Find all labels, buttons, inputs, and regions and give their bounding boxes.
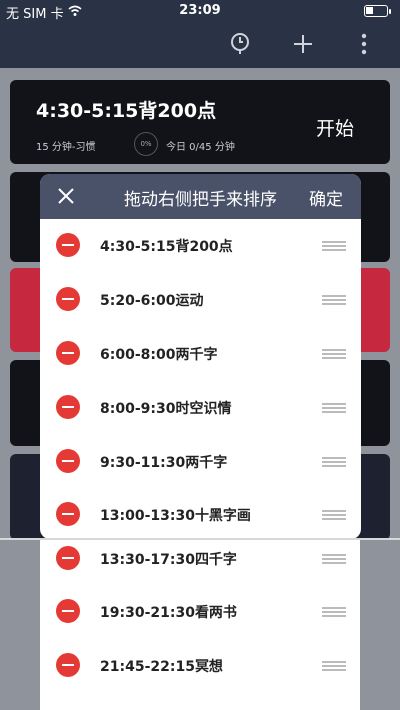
drag-handle-icon[interactable] — [322, 554, 346, 564]
delete-icon[interactable] — [56, 599, 80, 623]
sort-row-label: 21:45-22:15冥想 — [100, 659, 223, 675]
sort-row: 9:30-11:30两千字 — [40, 435, 361, 489]
habit-card-title: 4:30-5:15背200点 — [36, 100, 217, 122]
sort-row: 21:45-22:15冥想 — [40, 639, 360, 693]
sort-row-label: 8:00-9:30时空识情 — [100, 401, 232, 417]
sort-row: 13:30-17:30四千字 — [40, 540, 360, 586]
sort-row: 19:30-21:30看两书 — [40, 585, 360, 639]
confirm-button[interactable]: 确定 — [309, 185, 343, 210]
sort-row: 4:30-5:15背200点 — [40, 219, 361, 273]
drag-handle-icon[interactable] — [322, 349, 346, 359]
habit-card-start-button[interactable]: 开始 — [316, 114, 354, 141]
delete-icon[interactable] — [56, 449, 80, 473]
habit-card-meta: 15 分钟-习惯 — [36, 142, 96, 153]
clock-icon[interactable] — [226, 30, 254, 58]
delete-icon[interactable] — [56, 502, 80, 526]
delete-icon[interactable] — [56, 287, 80, 311]
plus-icon[interactable] — [289, 30, 317, 58]
sort-row-label: 9:30-11:30两千字 — [100, 455, 228, 471]
drag-handle-icon[interactable] — [322, 457, 346, 467]
sort-row-label: 13:30-17:30四千字 — [100, 552, 237, 568]
sort-row-label: 19:30-21:30看两书 — [100, 605, 237, 621]
delete-icon[interactable] — [56, 546, 80, 570]
drag-handle-icon[interactable] — [322, 661, 346, 671]
sort-row: 5:20-6:00运动 — [40, 273, 361, 327]
drag-handle-icon[interactable] — [322, 403, 346, 413]
delete-icon[interactable] — [56, 233, 80, 257]
habit-card[interactable]: 4:30-5:15背200点 15 分钟-习惯 0% 今日 0/45 分钟 开始 — [10, 80, 390, 164]
drag-handle-icon[interactable] — [322, 607, 346, 617]
habit-card-today: 今日 0/45 分钟 — [166, 142, 235, 153]
battery-tip-icon — [389, 9, 391, 14]
habit-card-percent: 0% — [134, 132, 158, 156]
sort-row: 6:00-8:00两千字 — [40, 327, 361, 381]
delete-icon[interactable] — [56, 341, 80, 365]
sort-row: 13:00-13:30十黑字画 — [40, 488, 361, 539]
delete-icon[interactable] — [56, 395, 80, 419]
sheet-header: 拖动右侧把手来排序 确定 — [40, 174, 361, 219]
sort-row: 8:00-9:30时空识情 — [40, 381, 361, 435]
delete-icon[interactable] — [56, 653, 80, 677]
sort-sheet: 拖动右侧把手来排序 确定 4:30-5:15背200点 5:20-6:00运动 … — [40, 174, 361, 539]
sort-row-label: 4:30-5:15背200点 — [100, 239, 233, 255]
drag-handle-icon[interactable] — [322, 241, 346, 251]
nav-bar — [0, 22, 400, 68]
sort-row-label: 6:00-8:00两千字 — [100, 347, 218, 363]
sort-list-continued: 13:30-17:30四千字 19:30-21:30看两书 21:45-22:1… — [40, 540, 360, 710]
more-icon[interactable] — [350, 30, 378, 58]
drag-handle-icon[interactable] — [322, 295, 346, 305]
status-bar: 无 SIM 卡 23:09 — [0, 0, 400, 22]
sort-row-label: 13:00-13:30十黑字画 — [100, 508, 251, 524]
battery-icon — [364, 5, 388, 17]
sort-row-label: 5:20-6:00运动 — [100, 293, 204, 309]
status-time: 23:09 — [179, 3, 221, 18]
drag-handle-icon[interactable] — [322, 510, 346, 520]
